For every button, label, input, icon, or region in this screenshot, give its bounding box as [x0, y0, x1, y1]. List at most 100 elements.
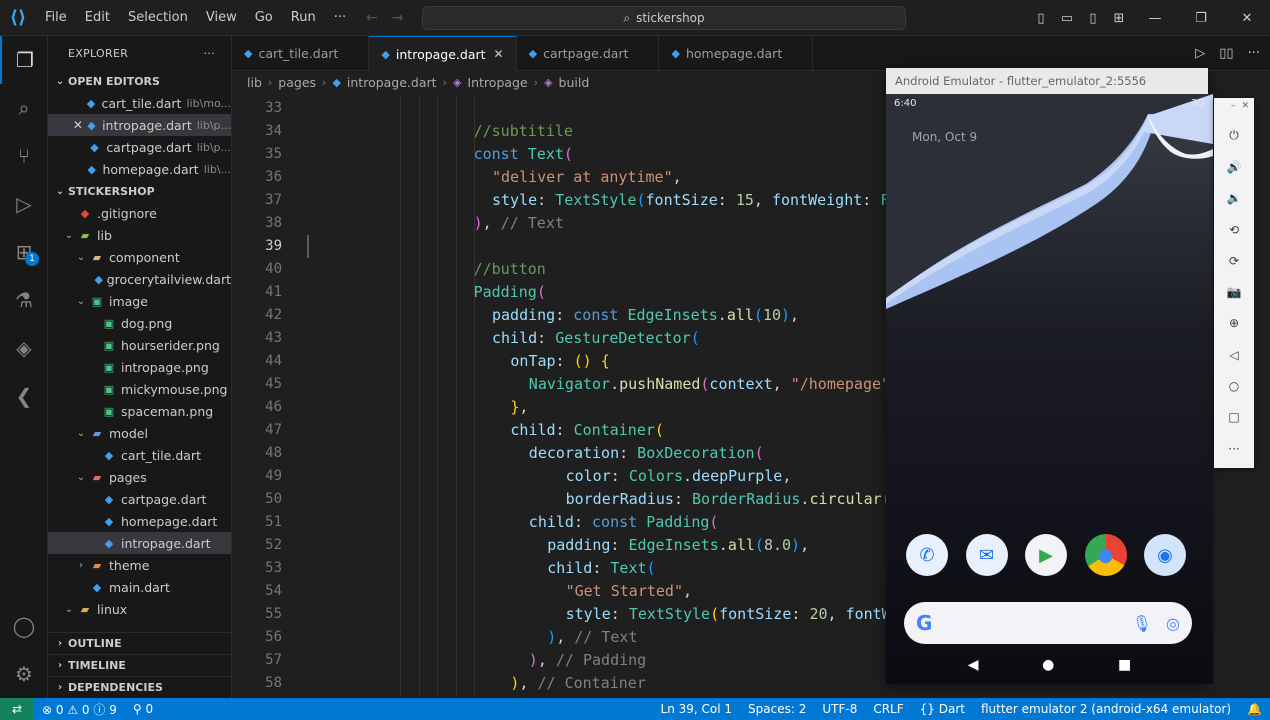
- notifications-bell-icon[interactable]: 🔔: [1239, 702, 1270, 716]
- tree-item[interactable]: ▣ mickymouse.png: [48, 378, 231, 400]
- lens-icon[interactable]: ◎: [1166, 614, 1180, 633]
- split-editor-icon[interactable]: ▯▯: [1219, 46, 1233, 61]
- open-editor-item[interactable]: ◆ cartpage.dart lib\p...: [48, 136, 231, 158]
- language-mode[interactable]: {} Dart: [912, 702, 973, 716]
- phone-app-icon[interactable]: ✆: [906, 534, 948, 576]
- toggle-secondary-sidebar-icon[interactable]: ▯: [1080, 11, 1106, 26]
- close-tab-icon[interactable]: ✕: [494, 47, 504, 61]
- volume-up-icon[interactable]: 🔊: [1214, 151, 1254, 182]
- tree-item[interactable]: ⌄ ▰ component: [48, 246, 231, 268]
- forward-arrow-icon[interactable]: →: [392, 10, 404, 26]
- open-editor-item[interactable]: ◆ homepage.dart lib\...: [48, 158, 231, 180]
- ports-indicator[interactable]: ⚲ 0: [125, 702, 161, 716]
- menu-item[interactable]: ···: [325, 0, 355, 36]
- menu-item[interactable]: File: [36, 0, 76, 36]
- menu-item[interactable]: Edit: [76, 0, 119, 36]
- tree-item[interactable]: ▣ spaceman.png: [48, 400, 231, 422]
- source-control-icon[interactable]: ⑂: [0, 132, 48, 180]
- extended-controls-icon[interactable]: ···: [1214, 433, 1254, 464]
- indentation[interactable]: Spaces: 2: [740, 702, 814, 716]
- command-center-search[interactable]: ⌕ stickershop: [422, 6, 906, 30]
- rotate-right-icon[interactable]: ⟳: [1214, 245, 1254, 276]
- zoom-icon[interactable]: ⊕: [1214, 308, 1254, 339]
- rotate-left-icon[interactable]: ⟲: [1214, 214, 1254, 245]
- tree-item[interactable]: ◆ grocerytailview.dart: [48, 268, 231, 290]
- encoding[interactable]: UTF-8: [814, 702, 865, 716]
- tree-item[interactable]: ⌄ ▰ linux: [48, 598, 231, 620]
- breadcrumb-item[interactable]: intropage.dart: [347, 75, 437, 90]
- play-store-icon[interactable]: ▶: [1025, 534, 1067, 576]
- tree-item[interactable]: ⌄ ▰ pages: [48, 466, 231, 488]
- breadcrumb-item[interactable]: Intropage: [467, 75, 527, 90]
- problems-indicator[interactable]: ⊗ 0 ⚠ 0 ⓘ 9: [34, 701, 125, 718]
- minimize-icon[interactable]: —: [1132, 11, 1178, 26]
- explorer-icon[interactable]: ❐: [0, 36, 48, 84]
- close-window-icon[interactable]: ✕: [1224, 11, 1270, 26]
- back-arrow-icon[interactable]: ←: [366, 10, 378, 26]
- emulator-title[interactable]: Android Emulator - flutter_emulator_2:55…: [886, 68, 1208, 94]
- editor-tab[interactable]: ◆ cart_tile.dart: [232, 36, 370, 71]
- open-editor-item[interactable]: ✕ ◆ intropage.dart lib\p...: [48, 114, 231, 136]
- customize-layout-icon[interactable]: ⊞: [1106, 11, 1132, 26]
- python-icon[interactable]: ◈: [0, 324, 48, 372]
- nav-home-icon[interactable]: ●: [1042, 657, 1054, 673]
- editor-tab[interactable]: ◆ homepage.dart: [659, 36, 814, 71]
- manage-gear-icon[interactable]: ⚙: [0, 650, 48, 698]
- more-actions-icon[interactable]: ···: [204, 47, 215, 60]
- back-icon[interactable]: ◁: [1214, 339, 1254, 370]
- editor-tab[interactable]: ◆ cartpage.dart: [517, 36, 660, 71]
- tree-item[interactable]: ◆ .gitignore: [48, 202, 231, 224]
- power-icon[interactable]: ⏻: [1214, 120, 1254, 151]
- open-editor-item[interactable]: ◆ cart_tile.dart lib\mo...: [48, 92, 231, 114]
- tree-item[interactable]: ◆ main.dart: [48, 576, 231, 598]
- menu-item[interactable]: View: [197, 0, 246, 36]
- toolbar-close-icon[interactable]: ✕: [1241, 101, 1249, 120]
- tree-item[interactable]: ⌄ ▰ lib: [48, 224, 231, 246]
- tree-item[interactable]: ⌄ ▰ model: [48, 422, 231, 444]
- close-icon[interactable]: ✕: [72, 118, 84, 132]
- emulator-screen[interactable]: 6:40 3G Mon, Oct 9 ✆ ✉ ▶ ● ◉ G 🎙 ◎ ◀ ● ■: [886, 94, 1213, 684]
- line-ending[interactable]: CRLF: [865, 702, 911, 716]
- tree-item[interactable]: ▣ hourserider.png: [48, 334, 231, 356]
- remote-icon[interactable]: ⇄: [0, 698, 34, 720]
- toolbar-minimize-icon[interactable]: –: [1231, 101, 1236, 120]
- camera-app-icon[interactable]: ◉: [1144, 534, 1186, 576]
- tree-item[interactable]: ▣ intropage.png: [48, 356, 231, 378]
- menu-item[interactable]: Go: [246, 0, 282, 36]
- more-icon[interactable]: ···: [1248, 46, 1260, 61]
- account-icon[interactable]: ◯: [0, 602, 48, 650]
- toggle-sidebar-icon[interactable]: ▯: [1028, 11, 1054, 26]
- extensions-icon[interactable]: ⊞ 1: [0, 228, 48, 276]
- tree-item[interactable]: ◆ cartpage.dart: [48, 488, 231, 510]
- menu-item[interactable]: Run: [282, 0, 325, 36]
- breadcrumb-item[interactable]: build: [559, 75, 590, 90]
- screenshot-icon[interactable]: 📷: [1214, 276, 1254, 307]
- search-view-icon[interactable]: ⌕: [0, 84, 48, 132]
- project-section[interactable]: ⌄ STICKERSHOP: [48, 180, 231, 202]
- cursor-position[interactable]: Ln 39, Col 1: [653, 702, 741, 716]
- collapsed-section[interactable]: › OUTLINE: [48, 632, 231, 654]
- tree-item[interactable]: ◆ cart_tile.dart: [48, 444, 231, 466]
- tree-item[interactable]: ◆ intropage.dart: [48, 532, 231, 554]
- editor-tab[interactable]: ◆ intropage.dart ✕: [369, 36, 517, 71]
- toggle-panel-icon[interactable]: ▭: [1054, 11, 1080, 26]
- messages-app-icon[interactable]: ✉: [965, 534, 1008, 576]
- collapsed-section[interactable]: › DEPENDENCIES: [48, 676, 231, 698]
- breadcrumb-item[interactable]: lib: [247, 75, 262, 90]
- flutter-icon[interactable]: ❮: [0, 372, 48, 420]
- run-debug-icon[interactable]: ▷: [0, 180, 48, 228]
- home-icon[interactable]: ○: [1214, 370, 1254, 401]
- flutter-device[interactable]: flutter emulator 2 (android-x64 emulator…: [973, 702, 1239, 716]
- overview-icon[interactable]: □: [1214, 402, 1254, 433]
- google-search-bar[interactable]: G 🎙 ◎: [904, 602, 1192, 644]
- collapsed-section[interactable]: › TIMELINE: [48, 654, 231, 676]
- tree-item[interactable]: ⌄ ▣ image: [48, 290, 231, 312]
- open-editors-section[interactable]: ⌄ OPEN EDITORS: [48, 70, 231, 92]
- menu-item[interactable]: Selection: [119, 0, 197, 36]
- volume-down-icon[interactable]: 🔉: [1214, 183, 1254, 214]
- restore-icon[interactable]: ❐: [1178, 11, 1224, 26]
- microphone-icon[interactable]: 🎙: [1132, 614, 1152, 633]
- chrome-app-icon[interactable]: ●: [1084, 534, 1127, 576]
- nav-recents-icon[interactable]: ■: [1118, 657, 1131, 673]
- tree-item[interactable]: ▣ dog.png: [48, 312, 231, 334]
